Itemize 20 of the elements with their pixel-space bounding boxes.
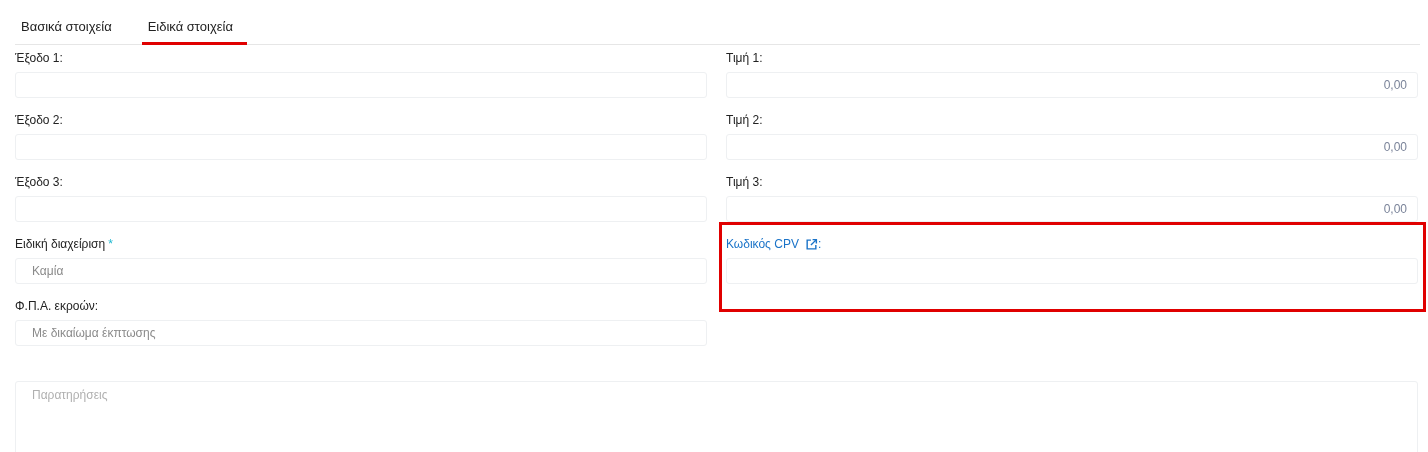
required-mark: * xyxy=(108,237,113,251)
field-label: Έξοδο 3: xyxy=(15,175,63,189)
notes-field[interactable]: Παρατηρήσεις xyxy=(15,381,1418,452)
field-label: Ειδική διαχείριση xyxy=(15,237,106,251)
tab[interactable]: Ειδικά στοιχεία xyxy=(141,10,247,45)
cpv-link[interactable]: Κωδικός CPV xyxy=(726,237,799,251)
field-label: Έξοδο 2: xyxy=(15,113,63,127)
field-label: Φ.Π.Α. εκροών: xyxy=(15,299,99,313)
external-link-icon[interactable] xyxy=(804,237,818,251)
label-colon: : xyxy=(817,237,822,251)
field-label: Τιμή 1: xyxy=(726,51,763,65)
tab[interactable]: Βασικά στοιχεία xyxy=(15,10,126,45)
field-label: Τιμή 2: xyxy=(726,113,763,127)
select-field[interactable]: Καμία xyxy=(15,258,707,284)
field-label: Τιμή 3: xyxy=(726,175,763,189)
input-field[interactable]: 0,00 xyxy=(726,72,1418,98)
input-field[interactable]: 0,00 xyxy=(726,134,1418,160)
select-field[interactable]: Με δικαίωμα έκπτωσης xyxy=(15,320,707,346)
field-label: Έξοδο 1: xyxy=(15,51,63,65)
input-field[interactable]: 0,00 xyxy=(726,196,1418,222)
